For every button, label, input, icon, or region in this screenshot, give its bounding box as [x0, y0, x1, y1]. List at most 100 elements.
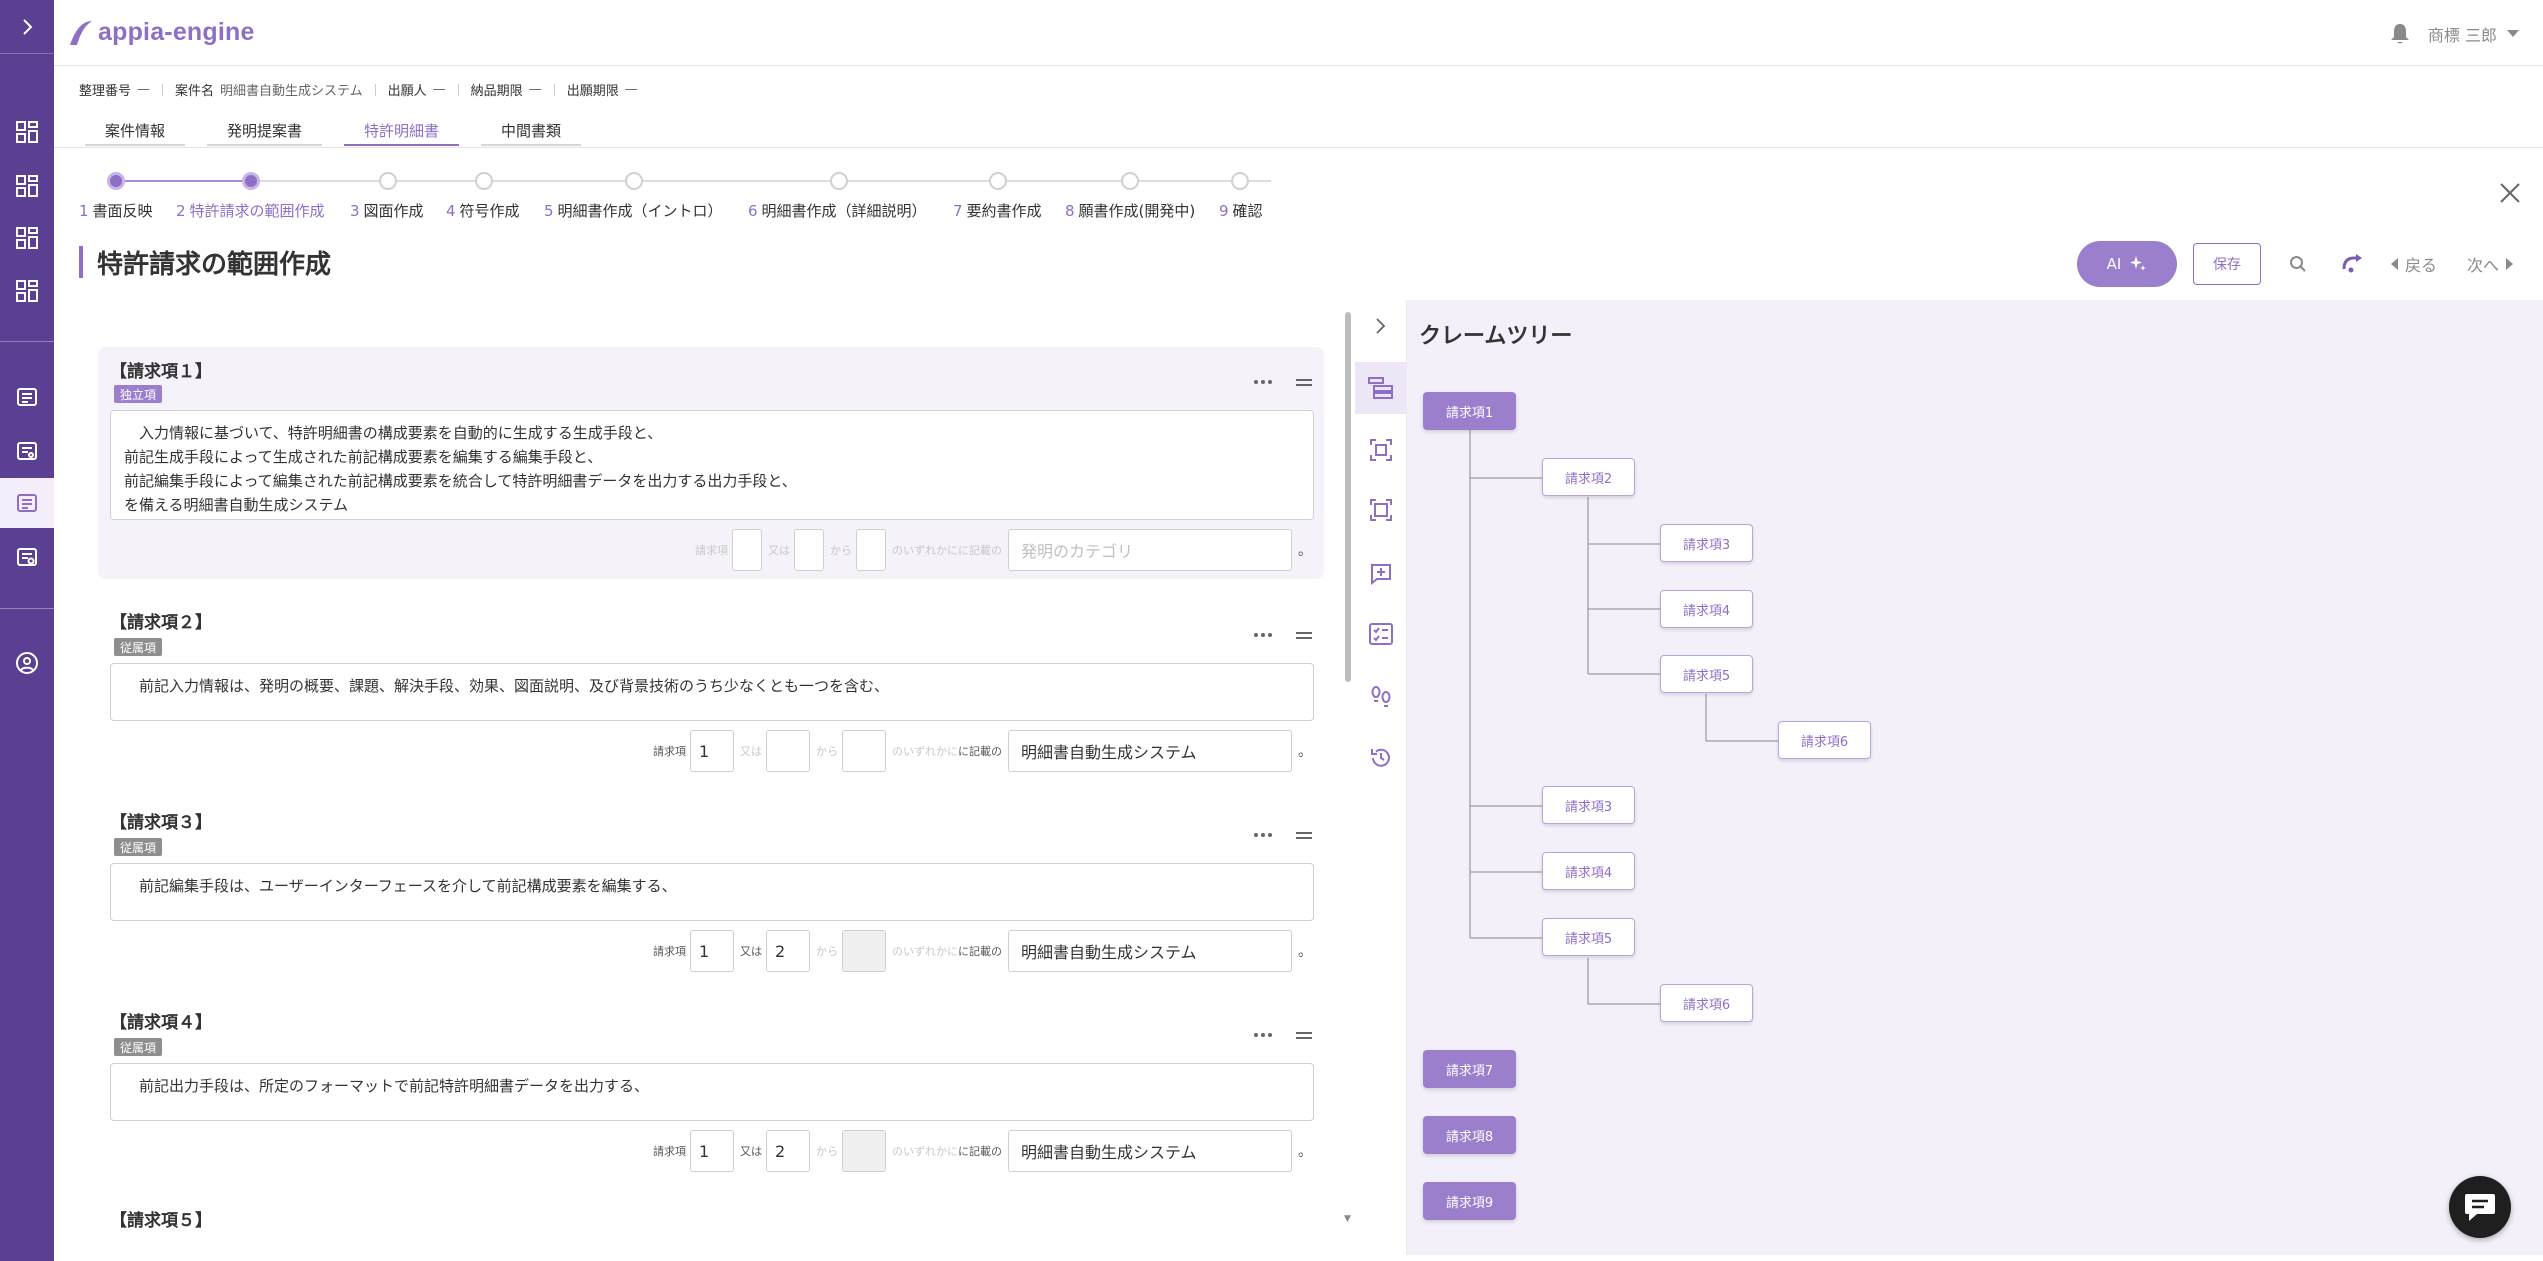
tree-node-claim-7[interactable]: 請求項7 — [1423, 1050, 1516, 1088]
ref-claim-input-2[interactable]: 2 — [766, 930, 810, 972]
invention-category-input[interactable]: 明細書自動生成システム — [1008, 730, 1292, 772]
sidebar-item-dashboard-2[interactable] — [0, 161, 54, 211]
chat-icon — [2465, 1194, 2495, 1221]
tab-case-info[interactable]: 案件情報 — [85, 116, 186, 146]
chat-support-button[interactable] — [2449, 1176, 2511, 1238]
step-dot-8[interactable] — [1121, 172, 1139, 190]
ref-claim-input-1[interactable]: 1 — [690, 730, 734, 772]
tab-patent-specification[interactable]: 特許明細書 — [344, 116, 460, 146]
drag-handle-icon[interactable] — [1296, 632, 1312, 642]
step-label-5[interactable]: 5 明細書作成（イントロ） — [544, 200, 723, 221]
ai-assist-button[interactable]: AI — [2076, 241, 2177, 287]
ref-claim-input-1[interactable]: 1 — [690, 930, 734, 972]
tree-node-claim-9[interactable]: 請求項9 — [1423, 1182, 1516, 1220]
invention-category-input[interactable]: 明細書自動生成システム — [1008, 930, 1292, 972]
claim-card-3[interactable]: 【請求項３】 従属項 前記編集手段は、ユーザーインターフェースを介して前記構成要… — [98, 800, 1324, 990]
scrollbar-thumb[interactable] — [1345, 312, 1351, 682]
ref-claim-input-2[interactable] — [766, 730, 810, 772]
more-icon[interactable] — [1254, 1033, 1272, 1037]
document-search-icon — [17, 442, 37, 460]
step-label-1[interactable]: 1 書面反映 — [79, 200, 153, 221]
sidebar-item-account[interactable] — [0, 638, 54, 688]
step-label-6[interactable]: 6 明細書作成（詳細説明） — [748, 200, 927, 221]
drag-handle-icon[interactable] — [1296, 379, 1312, 389]
sidebar-item-document-2[interactable] — [0, 426, 54, 476]
redo-button[interactable] — [2337, 249, 2367, 279]
step-label-3[interactable]: 3 図面作成 — [350, 200, 424, 221]
tree-node-claim-4[interactable]: 請求項4 — [1660, 590, 1753, 628]
dashboard-icon — [16, 227, 38, 249]
claim-card-4[interactable]: 【請求項４】 従属項 前記出力手段は、所定のフォーマットで前記特許明細書データを… — [98, 1000, 1324, 1190]
step-dot-2[interactable] — [242, 172, 260, 190]
tree-node-claim-6[interactable]: 請求項6 — [1778, 721, 1871, 759]
step-dot-7[interactable] — [989, 172, 1007, 190]
drag-handle-icon[interactable] — [1296, 832, 1312, 842]
step-label-8[interactable]: 8 願書作成(開発中) — [1065, 200, 1195, 221]
claim-text-field[interactable]: 前記編集手段は、ユーザーインターフェースを介して前記構成要素を編集する、 — [110, 863, 1314, 921]
claim-title: 【請求項３】 — [110, 813, 212, 833]
step-label-9[interactable]: 9 確認 — [1219, 200, 1263, 221]
claim-text-field[interactable]: 前記出力手段は、所定のフォーマットで前記特許明細書データを出力する、 — [110, 1063, 1314, 1121]
sidebar-expand-button[interactable] — [0, 0, 54, 54]
toolbar: AI 保存 戻る 次へ — [2076, 241, 2513, 287]
sidebar-item-document-4[interactable] — [0, 532, 54, 582]
more-icon[interactable] — [1254, 380, 1272, 384]
claim-card-2[interactable]: 【請求項２】 従属項 前記入力情報は、発明の概要、課題、解決手段、効果、図面説明… — [98, 600, 1324, 790]
meta-divider — [457, 83, 459, 96]
ref-claim-input-1[interactable] — [732, 529, 762, 571]
more-icon[interactable] — [1254, 833, 1272, 837]
sidebar-item-document-1[interactable] — [0, 372, 54, 422]
scroll-down-arrow-icon[interactable]: ▼ — [1344, 1214, 1351, 1224]
app-logo[interactable]: appia-engine — [66, 16, 255, 48]
drag-handle-icon[interactable] — [1296, 1032, 1312, 1042]
meta-divider — [553, 83, 555, 96]
ref-claim-input-2[interactable] — [794, 529, 824, 571]
user-menu[interactable]: 商標 三郎 — [2390, 22, 2519, 46]
step-dot-1[interactable] — [107, 172, 125, 190]
step-label-2[interactable]: 2 特許請求の範囲作成 — [176, 200, 325, 221]
page-title: 特許請求の範囲作成 — [79, 246, 331, 280]
ref-claim-input-3[interactable] — [842, 730, 886, 772]
ref-claim-input-2[interactable]: 2 — [766, 1130, 810, 1172]
claim-card-1[interactable]: 【請求項１】 独立項 入力情報に基づいて、特許明細書の構成要素を自動的に生成する… — [98, 347, 1324, 579]
search-button[interactable] — [2283, 249, 2313, 279]
ref-claim-input-3[interactable] — [856, 529, 886, 571]
step-label-4[interactable]: 4 符号作成 — [446, 200, 520, 221]
step-dot-4[interactable] — [475, 172, 493, 190]
step-dot-6[interactable] — [830, 172, 848, 190]
claim-reference-row: 請求項 1 又は 2 から のいずれかに に記載の 明細書自動生成システム 。 — [653, 1130, 1312, 1172]
step-dot-5[interactable] — [625, 172, 643, 190]
next-button[interactable]: 次へ — [2467, 252, 2513, 276]
tab-intermediate-documents[interactable]: 中間書類 — [481, 116, 582, 146]
close-icon[interactable] — [2499, 182, 2521, 204]
step-dot-3[interactable] — [379, 172, 397, 190]
save-button[interactable]: 保存 — [2192, 243, 2261, 285]
claim-text-field[interactable]: 入力情報に基づいて、特許明細書の構成要素を自動的に生成する生成手段と、 前記生成… — [110, 410, 1314, 520]
invention-category-input[interactable]: 明細書自動生成システム — [1008, 1130, 1292, 1172]
tree-node-claim-5[interactable]: 請求項5 — [1660, 655, 1753, 693]
tree-node-claim-5[interactable]: 請求項5 — [1542, 918, 1635, 956]
back-button[interactable]: 戻る — [2390, 252, 2437, 276]
tree-node-claim-8[interactable]: 請求項8 — [1423, 1116, 1516, 1154]
more-icon[interactable] — [1254, 633, 1272, 637]
tree-node-claim-6[interactable]: 請求項6 — [1660, 984, 1753, 1022]
sidebar-item-dashboard-4[interactable] — [0, 266, 54, 316]
tree-node-claim-4[interactable]: 請求項4 — [1542, 852, 1635, 890]
bell-icon[interactable] — [2390, 23, 2410, 45]
tree-node-claim-1[interactable]: 請求項1 — [1423, 392, 1516, 430]
user-settings-icon — [16, 652, 38, 674]
step-label-7[interactable]: 7 要約書作成 — [953, 200, 1042, 221]
sidebar-item-dashboard-1[interactable] — [0, 107, 54, 157]
tab-invention-proposal[interactable]: 発明提案書 — [207, 116, 323, 146]
sidebar-item-dashboard-3[interactable] — [0, 213, 54, 263]
tree-node-claim-2[interactable]: 請求項2 — [1542, 458, 1635, 496]
invention-category-input[interactable]: 発明のカテゴリ — [1008, 529, 1292, 571]
claim-card-5[interactable]: 【請求項５】 — [98, 1200, 1324, 1261]
step-dot-9[interactable] — [1231, 172, 1249, 190]
tab-bar: 案件情報 発明提案書 特許明細書 中間書類 — [85, 116, 603, 146]
tree-node-claim-3[interactable]: 請求項3 — [1660, 524, 1753, 562]
tree-node-claim-3[interactable]: 請求項3 — [1542, 786, 1635, 824]
claim-text-field[interactable]: 前記入力情報は、発明の概要、課題、解決手段、効果、図面説明、及び背景技術のうち少… — [110, 663, 1314, 721]
sidebar-item-document-3[interactable] — [0, 478, 54, 528]
ref-claim-input-1[interactable]: 1 — [690, 1130, 734, 1172]
